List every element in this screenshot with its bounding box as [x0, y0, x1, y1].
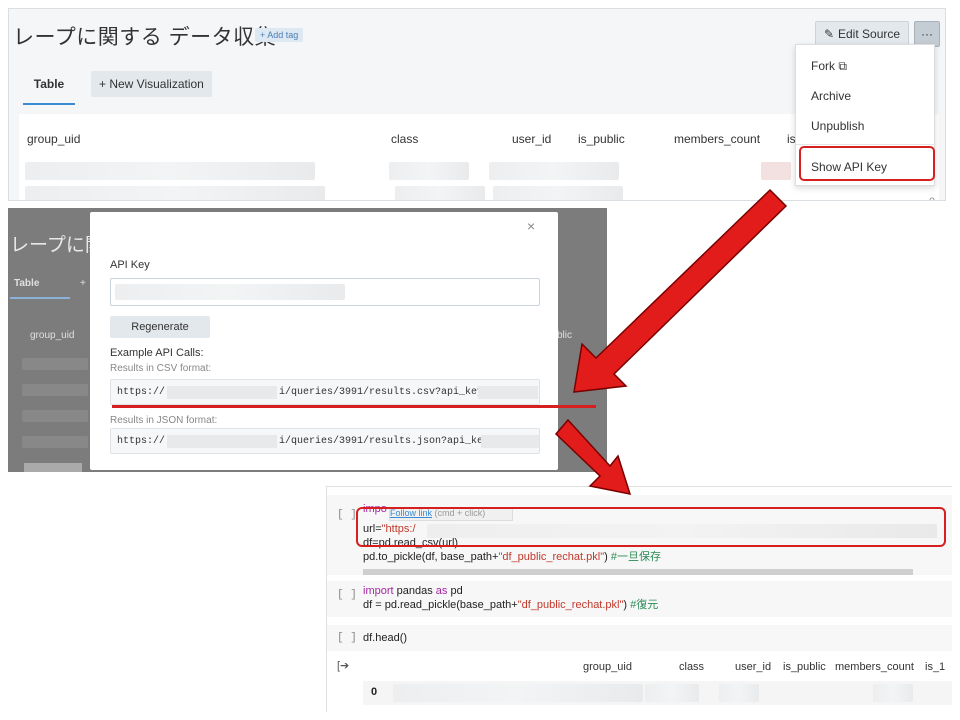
background-row	[22, 410, 88, 422]
background-row	[22, 384, 88, 396]
column-header[interactable]: user_id	[512, 132, 551, 146]
regenerate-button[interactable]: Regenerate	[110, 316, 210, 338]
table-row	[395, 186, 485, 200]
code-string: "df_public_rechat.pkl"	[498, 551, 605, 563]
redacted-host	[167, 386, 277, 399]
output-table-header: group_uid class user_id is_public member…	[327, 657, 952, 681]
api-key-field[interactable]	[110, 278, 540, 306]
background-column-header: group_uid	[30, 330, 75, 341]
url-prefix: https://	[117, 387, 166, 398]
menu-item-unpublish[interactable]: Unpublish	[811, 119, 864, 133]
output-column: class	[679, 661, 705, 673]
background-tab-table: Table	[10, 274, 70, 299]
redacted-value	[393, 684, 643, 702]
output-column: group_uid	[583, 661, 632, 673]
row-index: 0	[371, 686, 378, 698]
row-count: 0	[929, 196, 935, 200]
table-row	[489, 162, 619, 180]
url-prefix: https://	[117, 436, 166, 447]
table-row	[761, 162, 791, 180]
redacted-value	[115, 284, 345, 300]
column-header[interactable]: is_public	[578, 132, 625, 146]
json-format-label: Results in JSON format:	[110, 415, 218, 426]
table-row	[25, 186, 325, 200]
add-tag-button[interactable]: + Add tag	[255, 28, 304, 42]
code-token: df = pd.read_pickle(base_path+	[363, 599, 518, 611]
table-row	[493, 186, 623, 200]
output-column: is_public	[783, 661, 826, 673]
url-suffix: i/queries/3991/results.json?api_key=	[279, 436, 496, 447]
api-key-modal: × API Key Regenerate Example API Calls: …	[90, 212, 558, 470]
highlight-underline	[112, 405, 596, 408]
csv-url-box[interactable]: https:// i/queries/3991/results.csv?api_…	[110, 379, 540, 405]
background-column-header: blic	[557, 330, 573, 341]
url-suffix: i/queries/3991/results.csv?api_key=	[279, 387, 490, 398]
background-tab-plus: +	[80, 278, 86, 289]
run-cell-button[interactable]: [ ]	[337, 589, 357, 601]
table-row	[25, 162, 315, 180]
new-visualization-button[interactable]: + New Visualization	[91, 71, 212, 97]
code-cell[interactable]: [ ] import pandas as pd df = pd.read_pic…	[327, 581, 952, 617]
background-row	[22, 358, 88, 370]
redacted-host	[167, 435, 277, 448]
column-header[interactable]: group_uid	[27, 132, 80, 146]
highlight-box	[799, 146, 935, 181]
code-token: )	[604, 551, 611, 563]
edit-icon: ✎	[823, 27, 834, 41]
run-cell-button[interactable]: [ ]	[337, 509, 357, 521]
page-title: レープに関する データ収集	[13, 26, 277, 49]
menu-item-label: Fork	[811, 59, 835, 73]
redacted-key	[478, 386, 538, 399]
redacted-value	[719, 684, 759, 702]
redacted-value	[645, 684, 699, 702]
menu-divider	[796, 144, 936, 145]
column-header[interactable]: members_count	[674, 132, 760, 146]
code-line: df.head()	[363, 632, 408, 644]
external-link-icon: ⧉	[838, 59, 847, 73]
run-cell-button[interactable]: [ ]	[337, 632, 357, 644]
example-calls-title: Example API Calls:	[110, 347, 204, 359]
code-keyword: import	[363, 585, 394, 597]
redacted-key	[481, 435, 539, 448]
code-token: pd	[447, 585, 463, 597]
csv-format-label: Results in CSV format:	[110, 363, 212, 374]
output-column: user_id	[735, 661, 772, 673]
menu-item-archive[interactable]: Archive	[811, 89, 851, 103]
column-header[interactable]: class	[391, 132, 418, 146]
output-column: is_1	[925, 661, 946, 673]
code-cell[interactable]: [ ] df.head()	[327, 625, 952, 651]
horizontal-scrollbar[interactable]	[363, 569, 913, 575]
api-key-label: API Key	[110, 259, 150, 271]
highlight-box	[356, 507, 946, 547]
table-row	[389, 162, 469, 180]
code-string: "df_public_rechat.pkl"	[517, 599, 624, 611]
json-url-box[interactable]: https:// i/queries/3991/results.json?api…	[110, 428, 540, 454]
code-token: pd.to_pickle(df, base_path+	[363, 551, 499, 563]
close-icon[interactable]: ×	[527, 218, 535, 234]
background-row	[22, 436, 88, 448]
edit-source-label: Edit Source	[838, 27, 901, 41]
code-token: pandas	[393, 585, 436, 597]
output-column: members_count	[835, 661, 914, 673]
code-comment: #一旦保存	[610, 551, 661, 563]
redacted-value	[873, 684, 913, 702]
background-row	[24, 463, 82, 472]
output-row: 0	[363, 681, 952, 705]
tab-table[interactable]: Table	[23, 71, 75, 105]
code-keyword: as	[435, 585, 448, 597]
menu-item-fork[interactable]: Fork ⧉	[811, 59, 847, 74]
code-comment: #復元	[630, 599, 659, 611]
